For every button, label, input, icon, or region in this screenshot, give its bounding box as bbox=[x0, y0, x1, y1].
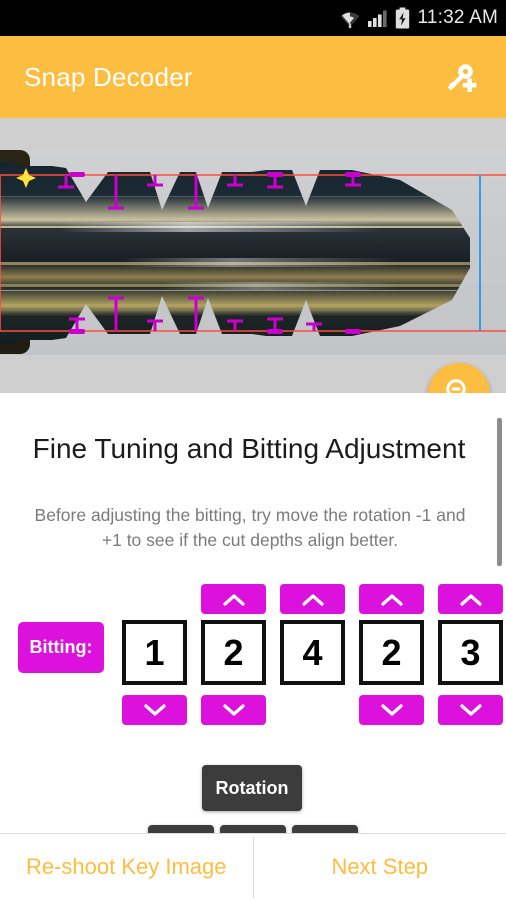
app-root: 11:32 AM Snap Decoder Fine Tuning and Bi… bbox=[0, 0, 506, 900]
bitting-increment-4[interactable] bbox=[359, 584, 424, 614]
bitting-column-3: 4 bbox=[280, 582, 345, 727]
rotation-button[interactable]: Rotation bbox=[202, 765, 302, 811]
bitting-column-1: 1 bbox=[122, 582, 187, 727]
bitting-increment-5[interactable] bbox=[438, 584, 503, 614]
bitting-decrement-4[interactable] bbox=[359, 695, 424, 725]
wifi-icon bbox=[339, 7, 361, 29]
bitting-value-3[interactable]: 4 bbox=[280, 620, 345, 685]
next-step-button[interactable]: Next Step bbox=[254, 834, 506, 900]
key-photo[interactable] bbox=[0, 150, 506, 355]
page-subtitle: Before adjusting the bitting, try move t… bbox=[34, 505, 466, 551]
bitting-value-2[interactable]: 2 bbox=[201, 620, 266, 685]
bitting-column-5: 3 bbox=[438, 582, 503, 727]
key-image-preview[interactable] bbox=[0, 118, 506, 393]
cellular-signal-icon bbox=[367, 8, 389, 28]
bitting-column-4: 2 bbox=[359, 582, 424, 727]
app-bar: Snap Decoder bbox=[0, 36, 506, 118]
bitting-label: Bitting: bbox=[18, 622, 104, 673]
battery-charging-icon bbox=[395, 7, 410, 29]
page-title: Fine Tuning and Bitting Adjustment bbox=[32, 433, 466, 464]
origin-marker bbox=[16, 168, 36, 188]
add-key-icon[interactable] bbox=[440, 55, 484, 99]
bitting-increment-3[interactable] bbox=[280, 584, 345, 614]
status-time: 11:32 AM bbox=[417, 7, 498, 28]
bitting-value-1[interactable]: 1 bbox=[122, 620, 187, 685]
bitting-value-4[interactable]: 2 bbox=[359, 620, 424, 685]
bitting-value-5[interactable]: 3 bbox=[438, 620, 503, 685]
measurement-overlay bbox=[0, 168, 506, 334]
bitting-decrement-5[interactable] bbox=[438, 695, 503, 725]
bitting-row: Bitting: 1 2 4 2 3 bbox=[0, 582, 506, 727]
bitting-increment-2[interactable] bbox=[201, 584, 266, 614]
reshoot-key-image-button[interactable]: Re-shoot Key Image bbox=[0, 834, 253, 900]
bitting-column-2: 2 bbox=[201, 582, 266, 727]
bitting-decrement-1[interactable] bbox=[122, 695, 187, 725]
bottom-action-bar: Re-shoot Key Image Next Step bbox=[0, 833, 506, 900]
status-bar: 11:32 AM bbox=[0, 0, 506, 36]
app-title: Snap Decoder bbox=[24, 61, 193, 92]
bitting-decrement-2[interactable] bbox=[201, 695, 266, 725]
main-content: Fine Tuning and Bitting Adjustment Befor… bbox=[0, 393, 506, 847]
